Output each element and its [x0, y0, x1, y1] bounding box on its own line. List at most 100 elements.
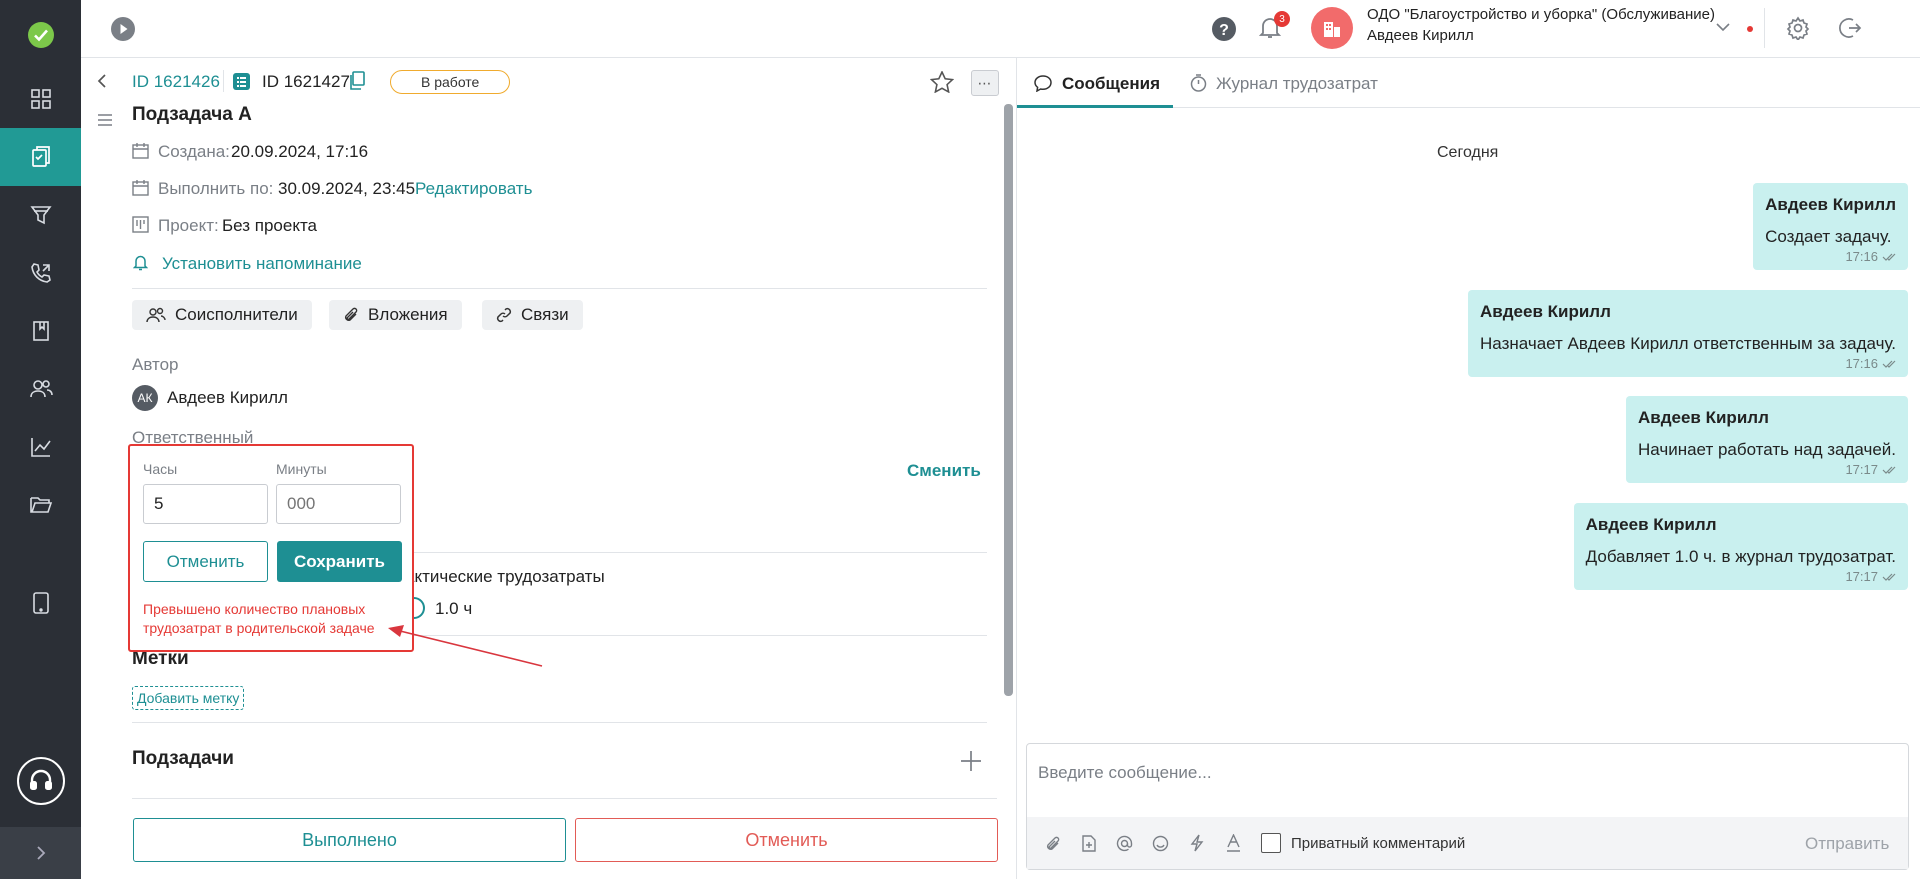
back-icon[interactable] [97, 73, 107, 89]
org-avatar[interactable] [1311, 7, 1353, 49]
edit-due-link[interactable]: Редактировать [415, 179, 532, 199]
status-dot [1747, 26, 1753, 32]
add-subtask-icon[interactable] [959, 749, 983, 773]
popup-save-button[interactable]: Сохранить [277, 541, 402, 582]
tab-journal-label[interactable]: Журнал трудозатрат [1216, 74, 1378, 94]
annotation-arrow [388, 625, 543, 667]
section-divider [132, 798, 997, 799]
message-bubble: Авдеев Кирилл Создает задачу. 17:16 [1753, 183, 1908, 270]
day-separator: Сегодня [1437, 144, 1499, 161]
section-divider [132, 288, 987, 289]
project-icon [132, 216, 149, 233]
play-icon[interactable] [111, 17, 135, 41]
phone-icon[interactable] [0, 244, 81, 302]
logo-check-icon[interactable] [0, 6, 81, 64]
org-name[interactable]: ОДО "Благоустройство и уборка" (Обслужив… [1367, 6, 1715, 23]
scrollbar-thumb[interactable] [1004, 104, 1013, 696]
menu-icon[interactable] [97, 113, 113, 127]
message-text: Назначает Авдеев Кирилл ответственным за… [1480, 334, 1896, 353]
reminder-bell-icon [133, 254, 148, 271]
paperclip-icon[interactable] [1045, 836, 1061, 852]
book-icon[interactable] [0, 302, 81, 360]
logout-icon[interactable] [1838, 16, 1862, 40]
emoji-icon[interactable] [1152, 835, 1169, 852]
copy-icon[interactable] [349, 71, 365, 90]
add-tag-button[interactable]: Добавить метку [132, 686, 245, 710]
hours-input[interactable]: 5 [143, 484, 268, 524]
tablet-icon[interactable] [0, 574, 81, 632]
chevron-down-icon[interactable] [1716, 22, 1730, 32]
done-button[interactable]: Выполнено [133, 818, 566, 862]
effort-error-message: Превышено количество плановых трудозатра… [143, 601, 375, 636]
minutes-input[interactable] [276, 484, 401, 524]
panel-divider [1016, 58, 1017, 879]
author-name: Авдеев Кирилл [167, 388, 288, 407]
double-check-icon [1882, 253, 1896, 261]
mention-icon[interactable] [1116, 835, 1133, 852]
paperclip-icon [345, 307, 358, 321]
message-bubble: Авдеев Кирилл Добавляет 1.0 ч. в журнал … [1573, 503, 1908, 590]
private-comment-checkbox[interactable] [1261, 833, 1281, 853]
star-icon[interactable] [930, 71, 954, 93]
message-bubble: Авдеев Кирилл Назначает Авдеев Кирилл от… [1468, 290, 1908, 377]
message-author: Авдеев Кирилл [1480, 302, 1611, 321]
analytics-icon[interactable] [0, 418, 81, 476]
subtasks-title: Подзадачи [132, 748, 234, 769]
calendar-due-icon [132, 179, 149, 196]
topbar-divider [1764, 8, 1765, 48]
support-headset-icon[interactable] [0, 752, 81, 810]
gear-icon[interactable] [1786, 16, 1810, 40]
lightning-icon[interactable] [1190, 834, 1204, 852]
links-label: Связи [521, 305, 569, 324]
message-time: 17:17 [1845, 569, 1878, 584]
expand-sidebar-icon[interactable] [0, 827, 81, 879]
file-add-icon[interactable] [1082, 835, 1096, 852]
project-label: Проект: [158, 216, 219, 235]
author-label: Автор [132, 355, 179, 374]
more-options-icon[interactable]: ⋯ [971, 70, 999, 96]
sidebar [0, 0, 81, 879]
message-time: 17:16 [1845, 249, 1878, 264]
help-icon[interactable]: ? [1211, 16, 1237, 42]
message-text: Добавляет 1.0 ч. в журнал трудозатрат. [1585, 547, 1896, 566]
tasks-icon[interactable] [0, 128, 81, 186]
status-badge[interactable]: В работе [390, 70, 511, 94]
message-author: Авдеев Кирилл [1638, 408, 1769, 427]
funnel-icon[interactable] [0, 186, 81, 244]
popup-cancel-button[interactable]: Отменить [143, 541, 268, 582]
cancel-task-button[interactable]: Отменить [575, 818, 998, 862]
folder-icon[interactable] [0, 476, 81, 534]
double-check-icon [1882, 360, 1896, 368]
dashboard-icon[interactable] [0, 70, 81, 128]
attachments-label: Вложения [368, 305, 448, 324]
hours-label: Часы [143, 461, 178, 477]
coexecutors-label: Соисполнители [175, 305, 298, 324]
author-avatar: АК [132, 385, 158, 411]
send-button[interactable]: Отправить [1805, 834, 1889, 854]
actual-effort-label: актические трудозатраты [405, 567, 605, 586]
section-divider [132, 722, 987, 723]
users-small-icon [146, 307, 166, 323]
attachments-chip[interactable]: Вложения [329, 300, 462, 330]
task-type-icon [233, 73, 250, 90]
due-value: 30.09.2024, 23:45 [278, 179, 416, 198]
set-reminder-link[interactable]: Установить напоминание [162, 254, 362, 274]
chat-bubble-icon [1034, 75, 1052, 92]
message-time: 17:17 [1845, 462, 1878, 477]
user-name[interactable]: Авдеев Кирилл [1367, 27, 1474, 44]
due-label: Выполнить по: [158, 179, 274, 198]
top-bar: ? 3 ОДО "Благоустройство и уборка" (Обсл… [81, 0, 1920, 58]
change-responsible-link[interactable]: Сменить [907, 461, 981, 481]
coexecutors-chip[interactable]: Соисполнители [132, 300, 312, 330]
project-value: Без проекта [222, 216, 318, 235]
parent-task-id[interactable]: ID 1621426 [132, 72, 220, 92]
message-text: Начинает работать над задачей. [1638, 440, 1896, 459]
users-icon[interactable] [0, 360, 81, 418]
message-input[interactable]: Введите сообщение... [1038, 763, 1212, 783]
task-id: ID 1621427 [262, 72, 350, 91]
text-format-icon[interactable] [1226, 834, 1241, 852]
double-check-icon [1882, 573, 1896, 581]
tab-messages-label[interactable]: Сообщения [1062, 74, 1160, 94]
links-chip[interactable]: Связи [482, 300, 583, 330]
task-title: Подзадача А [132, 104, 252, 125]
